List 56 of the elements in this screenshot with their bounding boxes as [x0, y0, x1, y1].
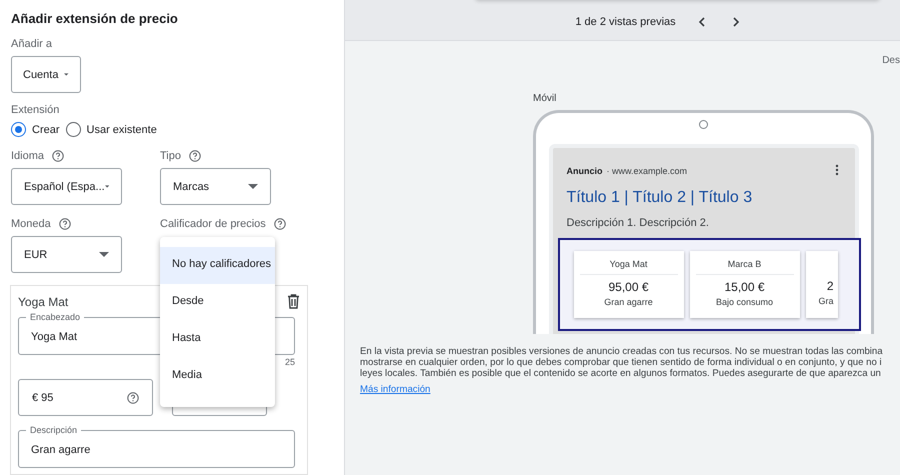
caret-icon [104, 184, 109, 189]
menu-option[interactable]: No hay calificadores [160, 247, 275, 284]
help-icon[interactable] [189, 150, 201, 162]
ad-description: Descripción 1. Descripción 2. [566, 217, 710, 229]
price-value: 2 [826, 279, 834, 293]
device-label: Móvil [533, 93, 558, 104]
learn-more-link[interactable]: Más información [360, 384, 430, 395]
disclaimer-text: En la vista previa se muestran posibles versiones de anuncio creadas con tus recursos. No se muestran todas las combina mostrarse en cualquier orden, por lo que debes comprobar que tienen sentido de forma individual o en conjunto, y que no i leyes locales. También es posible que el contenido se acorte en algunos formatos. Puedes asegurarte de que aparezca un [360, 346, 884, 379]
price-value: 15,00 € [723, 280, 766, 294]
field-label: Encabezado [26, 311, 84, 323]
device-tab-label[interactable]: Des [882, 55, 900, 66]
field-label: Añadir a [11, 38, 52, 50]
field-label: Idioma [11, 150, 44, 162]
help-icon[interactable] [58, 218, 71, 230]
item-title: Yoga Mat [18, 294, 68, 308]
radio-label[interactable]: Usar existente [86, 124, 157, 136]
price-description: Bajo consumo [714, 297, 774, 307]
caret-icon [248, 184, 258, 189]
chevron-left-icon[interactable] [698, 17, 706, 27]
field-label: Tipo [160, 150, 181, 162]
field-label: Descripción [26, 424, 82, 436]
panel-title: Añadir extensión de precio [11, 11, 179, 26]
radio-label[interactable]: Crear [32, 124, 60, 136]
dropdown-field[interactable]: Cuenta [11, 56, 81, 93]
dropdown-field[interactable]: Español (Espa... [11, 168, 122, 205]
ad-label: Anuncio [566, 166, 602, 176]
more-icon[interactable] [834, 164, 838, 176]
text-field[interactable]: € 95 [18, 379, 153, 416]
radio-button[interactable] [66, 122, 81, 137]
menu-option[interactable]: Hasta [160, 321, 275, 358]
help-icon[interactable] [52, 150, 64, 162]
price-description: Gra [817, 296, 834, 306]
camera-dot [699, 120, 708, 129]
field-label: Moneda [11, 218, 51, 230]
menu-option[interactable]: Desde [160, 284, 275, 321]
dropdown-field[interactable]: Marcas [160, 168, 271, 205]
help-icon[interactable] [274, 218, 286, 230]
price-value: 95,00 € [607, 280, 650, 294]
dropdown-field[interactable]: EUR [11, 236, 122, 273]
field-label: Extensión [11, 104, 60, 116]
menu-option[interactable]: Media [160, 358, 275, 395]
help-icon[interactable] [127, 392, 139, 404]
delete-icon[interactable] [287, 294, 300, 309]
character-counter: 25 [284, 357, 295, 367]
text-field[interactable]: Descripción Gran agarre [18, 424, 295, 468]
caret-icon [99, 252, 109, 257]
ad-url: · www.example.com [606, 166, 688, 176]
radio-button[interactable] [11, 122, 26, 137]
price-header: Marca B [696, 259, 794, 275]
caret-icon [64, 72, 69, 77]
chevron-right-icon[interactable] [732, 17, 740, 27]
preview-counter: 1 de 2 vistas previas [575, 16, 676, 28]
ad-headline: Título 1 | Título 2 | Título 3 [566, 189, 754, 207]
price-header: Yoga Mat [580, 259, 678, 275]
price-description: Gran agarre [603, 297, 654, 307]
field-label: Calificador de precios [160, 218, 266, 230]
